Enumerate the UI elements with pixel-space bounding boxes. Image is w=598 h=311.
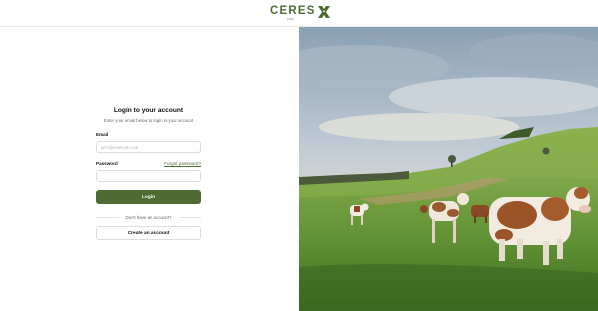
hero-photo (299, 27, 598, 311)
divider-right (179, 217, 201, 218)
logo-tagline: TAG (287, 17, 294, 21)
email-placeholder: john@example.com (101, 145, 139, 150)
page-title: Login to your account (113, 107, 184, 114)
page-subtitle: Enter your email below to login to your … (103, 118, 194, 123)
x-mark-icon (317, 6, 330, 18)
create-account-button[interactable]: Create an account (96, 226, 201, 240)
ceres-logo[interactable]: CERES TAG (270, 5, 331, 23)
top-bar: CERES TAG (0, 0, 598, 27)
login-button[interactable]: Login (96, 190, 201, 204)
email-label: Email (96, 132, 109, 137)
forgot-password-link[interactable]: Forgot password? (164, 161, 201, 166)
cows-in-pasture-image (299, 27, 598, 311)
password-field[interactable] (96, 170, 201, 182)
email-field[interactable]: john@example.com (96, 141, 201, 153)
password-label: Password (96, 161, 118, 166)
